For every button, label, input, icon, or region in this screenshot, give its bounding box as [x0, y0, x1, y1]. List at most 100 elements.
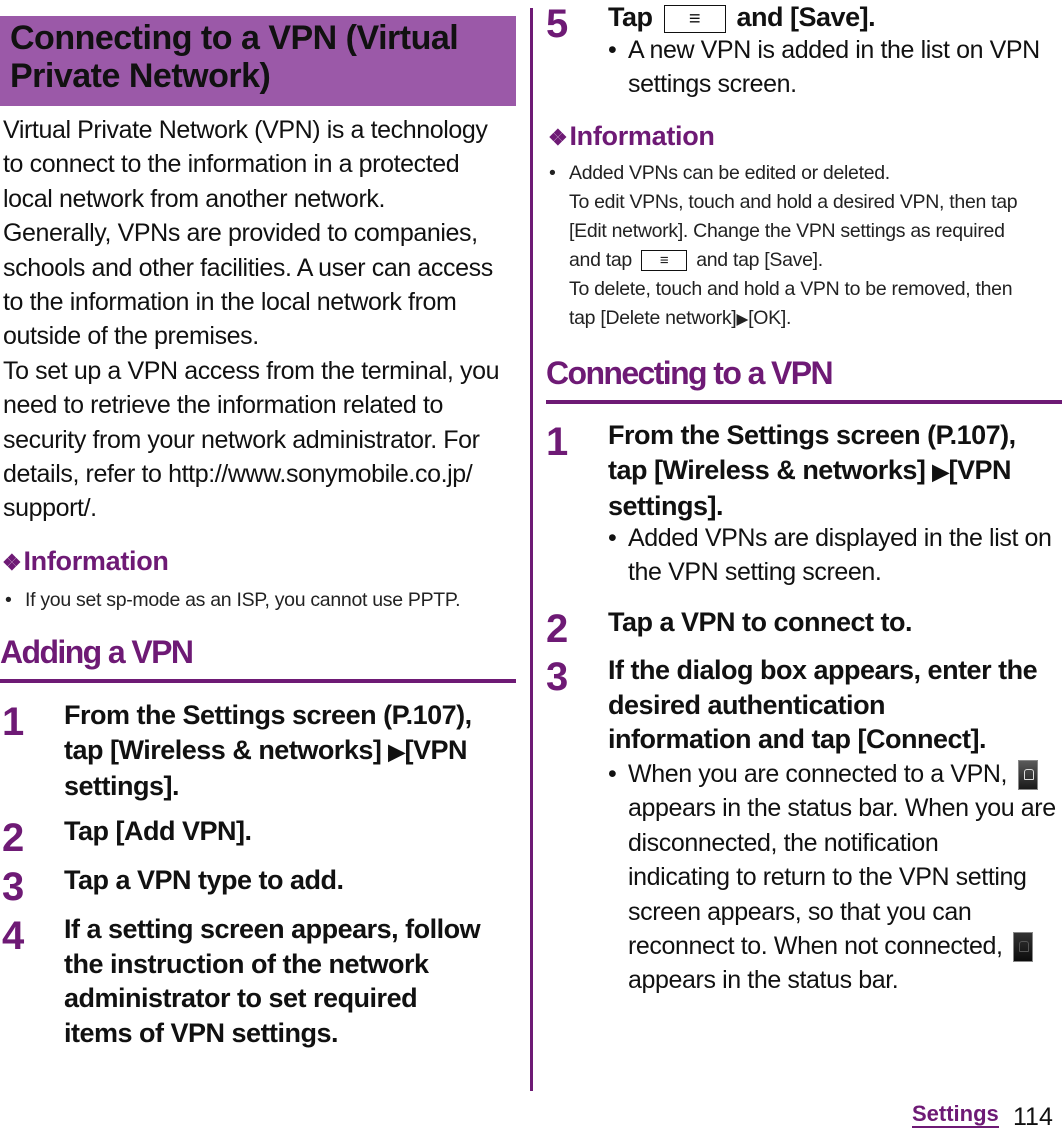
note-line: When you are connected to a VPN,: [628, 760, 1008, 788]
connecting-step-3: 3 If the dialog box appears, enter the d…: [546, 653, 1062, 757]
note-line: appears in the status bar. When you are: [628, 794, 1056, 823]
bullet-icon: •: [608, 36, 617, 64]
note-text: A new VPN is added in the list on VPN se…: [608, 33, 1062, 102]
intro-line: need to retrieve the information related…: [3, 391, 444, 420]
connecting-step-2: 2 Tap a VPN to connect to.: [546, 605, 1062, 651]
step-text: Tap ≡ and [Save].: [608, 0, 1062, 35]
note-line: Added VPNs are displayed in the list on: [628, 524, 1052, 552]
page-title-banner: Connecting to a VPN (Virtual Private Net…: [0, 16, 516, 106]
step-text-part: desired authentication: [608, 689, 886, 720]
info-line: To edit VPNs, touch and hold a desired V…: [569, 191, 1018, 213]
info-line: [Edit network]. Change the VPN settings …: [569, 220, 1005, 242]
information-heading-label: Information: [569, 121, 715, 151]
note-line: A new VPN is added in the list on VPN: [628, 36, 1040, 64]
adding-step-5: 5 Tap ≡ and [Save].: [546, 0, 1062, 46]
information-bullet: • Added VPNs can be edited or deleted. T…: [549, 159, 1062, 334]
note-line: settings screen.: [628, 70, 797, 99]
information-heading-label: Information: [23, 546, 169, 576]
adding-step-4: 4 If a setting screen appears, follow th…: [2, 912, 516, 1050]
intro-line: support/.: [3, 494, 97, 523]
step-text-part: If the dialog box appears, enter the: [608, 655, 1038, 685]
footer-section-label: Settings: [912, 1101, 999, 1128]
intro-line: security from your network administrator…: [3, 425, 480, 454]
step-text: From the Settings screen (P.107), tap [W…: [608, 418, 1062, 524]
menu-key-icon: ≡: [663, 4, 726, 33]
step-text: If a setting screen appears, follow the …: [64, 912, 516, 1050]
intro-line: details, refer to http://www.sonymobile.…: [3, 460, 473, 489]
information-heading: ❖Information: [2, 546, 169, 577]
information-bullet-text: If you set sp-mode as an ISP, you cannot…: [25, 589, 461, 611]
step-number: 2: [2, 816, 25, 860]
vpn-disconnected-status-icon: [1013, 932, 1034, 963]
step-text-part: settings].: [64, 771, 180, 801]
info-line: and tap [Save].: [696, 249, 823, 271]
intro-line: to the information in the local network …: [3, 288, 457, 317]
note-line: reconnect to. When not connected,: [628, 932, 1003, 961]
bullet-icon: •: [549, 162, 556, 184]
note-line: disconnected, the notification: [628, 828, 939, 857]
info-line: [OK].: [748, 307, 792, 329]
info-line: To delete, touch and hold a VPN to be re…: [569, 278, 1013, 300]
step-text-part: information and tap [Connect].: [608, 724, 986, 754]
step-text-part: items of VPN settings.: [64, 1017, 339, 1048]
arrow-icon: ▶: [388, 738, 405, 764]
intro-line: local network from another network.: [3, 184, 386, 213]
menu-key-icon: ≡: [641, 250, 688, 272]
step-number: 2: [546, 607, 569, 651]
arrow-icon: ▶: [932, 458, 949, 484]
note-text: Added VPNs are displayed in the list on …: [608, 521, 1062, 590]
step-number: 3: [2, 865, 25, 909]
diamond-icon: ❖: [2, 550, 22, 575]
adding-step-1: 1 From the Settings screen (P.107), tap …: [2, 698, 516, 804]
intro-line: to connect to the information in a prote…: [3, 150, 460, 179]
step-text-part: and [Save].: [736, 2, 876, 32]
bullet-icon: •: [608, 524, 617, 552]
note-text: When you are connected to a VPN, appears…: [608, 757, 1062, 998]
intro-line: outside of the premises.: [3, 322, 259, 351]
intro-line: To set up a VPN access from the terminal…: [3, 356, 500, 385]
bullet-icon: •: [608, 760, 617, 788]
step-text-part: Tap: [608, 2, 653, 32]
step-text-part: [VPN: [948, 454, 1011, 485]
connecting-step-3-note: • When you are connected to a VPN, appea…: [608, 757, 1062, 998]
step-text: From the Settings screen (P.107), tap [W…: [64, 698, 516, 804]
section-heading-adding-vpn: Adding a VPN: [0, 634, 516, 683]
step-text: Tap a VPN type to add.: [64, 865, 344, 895]
step-text-part: tap [Wireless & networks]: [608, 454, 926, 485]
step-text-part: If a setting screen appears, follow: [64, 914, 481, 944]
information-bullet: • If you set sp-mode as an ISP, you cann…: [5, 586, 515, 615]
information-bullet-text: Added VPNs can be edited or deleted. To …: [549, 159, 1062, 334]
step-text: Tap a VPN to connect to.: [608, 607, 913, 637]
note-line: the VPN setting screen.: [628, 558, 882, 587]
intro-line: Virtual Private Network (VPN) is a techn…: [3, 116, 488, 144]
page-number: 114: [1013, 1103, 1053, 1131]
note-line: indicating to return to the VPN setting: [628, 863, 1027, 892]
note-line: screen appears, so that you can: [628, 897, 972, 926]
intro-paragraph: Virtual Private Network (VPN) is a techn…: [3, 113, 518, 526]
step-5-note: • A new VPN is added in the list on VPN …: [608, 33, 1062, 102]
step-text-part: the instruction of the network: [64, 948, 429, 979]
info-line: tap [Delete network]: [569, 307, 737, 329]
diamond-icon: ❖: [548, 125, 568, 150]
note-line: appears in the status bar.: [628, 966, 899, 995]
section-heading-connecting-vpn: Connecting to a VPN: [546, 355, 1062, 404]
connecting-step-1-note: • Added VPNs are displayed in the list o…: [608, 521, 1062, 590]
intro-line: Generally, VPNs are provided to companie…: [3, 219, 478, 248]
info-line: and tap: [569, 249, 632, 271]
step-text-part: From the Settings screen (P.107),: [64, 700, 472, 730]
page-title-line-1: Connecting to a VPN (Virtual: [10, 19, 459, 57]
step-number: 5: [546, 2, 569, 46]
information-heading: ❖Information: [548, 121, 715, 152]
bullet-icon: •: [5, 589, 12, 611]
connecting-step-1: 1 From the Settings screen (P.107), tap …: [546, 418, 1062, 524]
info-line: Added VPNs can be edited or deleted.: [569, 162, 890, 184]
arrow-icon: ▶: [736, 311, 749, 328]
step-text: Tap [Add VPN].: [64, 816, 252, 846]
step-number: 1: [2, 700, 25, 744]
column-divider: [530, 8, 533, 1091]
step-number: 3: [546, 655, 569, 699]
step-text-part: tap [Wireless & networks]: [64, 734, 382, 765]
page-title-line-2: Private Network): [10, 57, 271, 95]
intro-line: schools and other facilities. A user can…: [3, 253, 493, 282]
step-number: 4: [2, 914, 25, 958]
